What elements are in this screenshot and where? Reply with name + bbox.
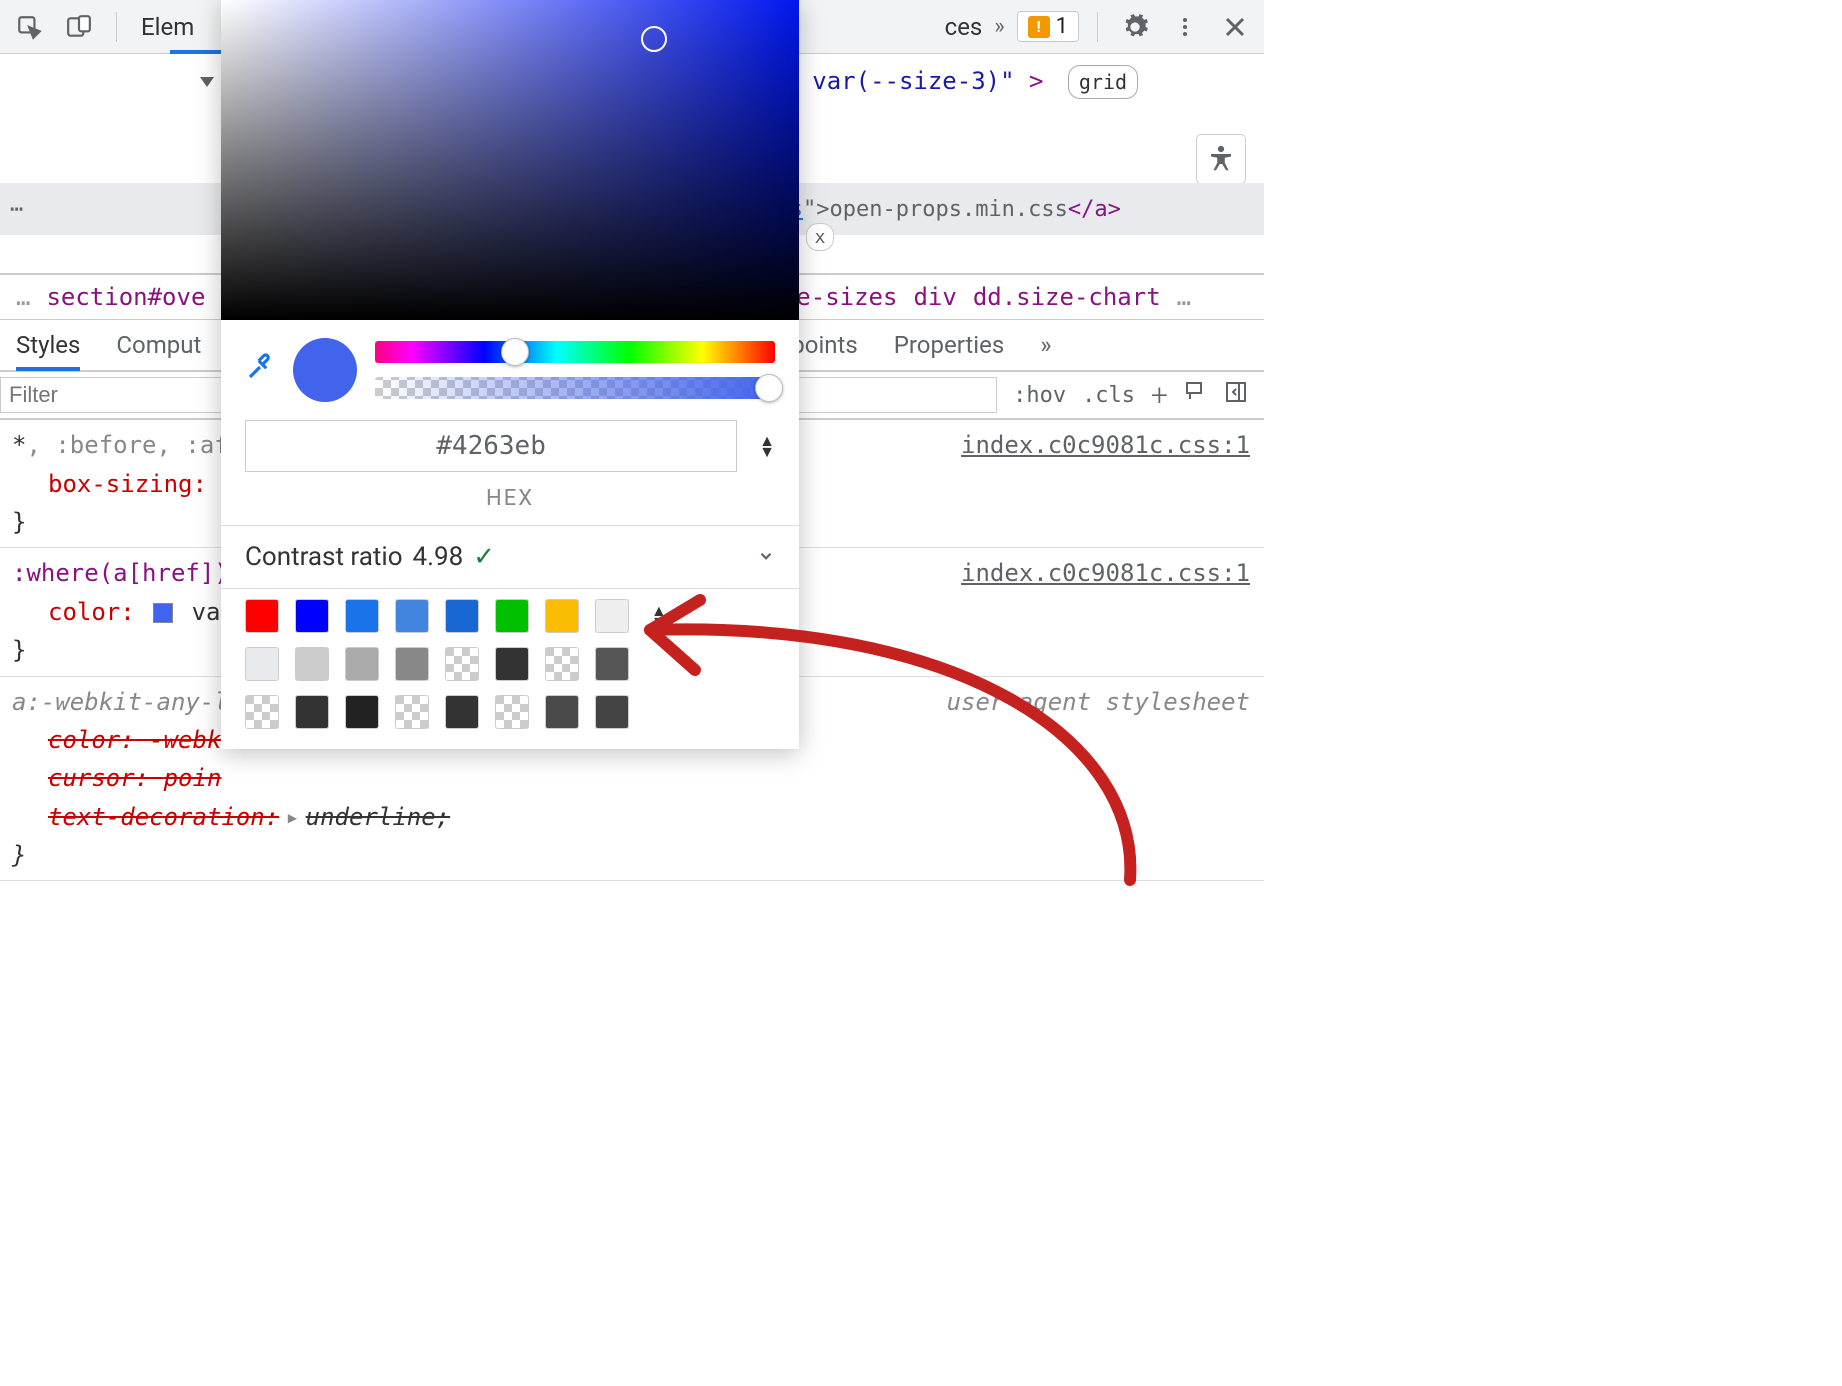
color-picker: ▲▼ HEX Contrast ratio 4.98 ✓ ▲▼ [221,0,799,749]
selector[interactable]: :where(a[href]) [12,559,229,587]
palette-swatch[interactable] [245,647,279,681]
palette-swatch[interactable] [345,695,379,729]
palette-swatch[interactable] [445,647,479,681]
device-toggle-icon[interactable] [60,8,98,46]
breadcrumb-overflow-left[interactable]: … [16,283,30,311]
selector[interactable]: a:-webkit-any-l [12,688,229,716]
hue-thumb[interactable] [501,338,529,366]
breadcrumb-item[interactable]: section#ove [46,283,205,311]
palette-swatch[interactable] [395,647,429,681]
kebab-menu-icon[interactable] [1166,8,1204,46]
contrast-value: 4.98 [413,542,464,572]
css-property-overridden[interactable]: color: -webk [48,726,221,754]
settings-icon[interactable] [1116,8,1154,46]
hue-slider[interactable] [375,341,775,363]
contrast-ratio-row[interactable]: Contrast ratio 4.98 ✓ [221,526,799,588]
palette-swatch[interactable] [295,599,329,633]
current-color-swatch [293,338,357,402]
palette-swatch[interactable] [295,695,329,729]
close-icon[interactable] [1216,8,1254,46]
eyedropper-icon[interactable] [245,352,275,389]
text-content: open-props.min.css [830,197,1068,222]
palette-swatch[interactable] [445,599,479,633]
issues-count: 1 [1056,14,1068,39]
palette-swatch[interactable] [395,695,429,729]
tab-styles[interactable]: Styles [16,331,80,359]
new-rule-icon[interactable]: + [1151,378,1168,413]
panel-tab-elements[interactable]: Elem [141,13,194,41]
palette-swatch[interactable] [345,599,379,633]
alpha-slider[interactable] [375,377,775,399]
chevron-down-icon[interactable] [757,542,775,572]
source-link[interactable]: index.c0c9081c.css:1 [961,554,1250,592]
breadcrumb-overflow-right[interactable]: … [1177,283,1191,311]
expand-icon[interactable] [200,77,214,87]
selector-grey[interactable]: , :before, :af [26,431,228,459]
sv-gradient[interactable] [221,0,799,320]
brush-icon[interactable] [1184,380,1208,410]
tab-computed[interactable]: Comput [116,331,201,359]
arrow-icon: ▸ [285,803,299,831]
palette-swatch[interactable] [545,599,579,633]
palette-swatch[interactable] [595,599,629,633]
format-stepper[interactable]: ▲▼ [759,435,775,457]
css-property[interactable]: color: [48,598,135,626]
palette-swatch[interactable] [495,695,529,729]
source-link[interactable]: index.c0c9081c.css:1 [961,426,1250,464]
attr-close: "> [803,197,830,222]
palette-swatch[interactable] [295,647,329,681]
accessibility-button[interactable] [1196,134,1246,184]
palette-swatch[interactable] [245,599,279,633]
breadcrumb-item[interactable]: dd.size-chart [973,283,1161,311]
issues-badge[interactable]: ! 1 [1017,11,1079,42]
close-pill[interactable]: x [806,223,834,251]
palette-swatch[interactable] [395,599,429,633]
subtabs-overflow[interactable]: » [1040,331,1051,359]
palette-swatch[interactable] [495,647,529,681]
panel-toggle-icon[interactable] [1224,380,1248,410]
css-property-overridden[interactable]: text-decoration: [48,803,279,831]
warning-icon: ! [1028,16,1050,38]
hex-label: HEX [221,486,799,525]
palette-stepper[interactable]: ▲▼ [651,605,667,627]
check-icon: ✓ [473,542,495,572]
panel-tabs-overflow[interactable]: » [994,14,1004,39]
palette-swatch[interactable] [495,599,529,633]
sv-cursor[interactable] [641,26,667,52]
hov-toggle[interactable]: :hov [1013,383,1066,408]
palette-swatch[interactable] [445,695,479,729]
selector[interactable]: * [12,431,26,459]
closing-tag: </a> [1068,197,1121,222]
palette: ▲▼ [221,589,799,749]
contrast-label: Contrast ratio [245,542,403,572]
grid-badge[interactable]: grid [1068,65,1138,99]
color-swatch[interactable] [153,603,173,623]
attr-value[interactable]: var(--size-3)" [812,67,1014,95]
toolbar-divider [116,12,117,42]
palette-swatch[interactable] [545,695,579,729]
tag-close: > [1029,67,1043,95]
css-property[interactable]: box-sizing: [48,470,207,498]
palette-swatch[interactable] [595,695,629,729]
palette-swatch[interactable] [345,647,379,681]
ellipsis-icon[interactable]: ⋯ [10,197,23,222]
hex-input[interactable] [245,420,737,472]
tab-properties[interactable]: Properties [894,331,1004,359]
panel-tab-sources-partial[interactable]: ces [945,13,983,41]
cls-toggle[interactable]: .cls [1082,383,1135,408]
css-value[interactable]: underline; [306,803,451,831]
palette-swatch[interactable] [545,647,579,681]
palette-swatch[interactable] [245,695,279,729]
breadcrumb-item[interactable]: div [913,283,956,311]
alpha-thumb[interactable] [755,374,783,402]
inspect-icon[interactable] [10,8,48,46]
user-agent-label: user agent stylesheet [947,683,1250,721]
toolbar-divider [1097,12,1098,42]
palette-swatch[interactable] [595,647,629,681]
css-property-overridden[interactable]: cursor: poin [48,764,221,792]
